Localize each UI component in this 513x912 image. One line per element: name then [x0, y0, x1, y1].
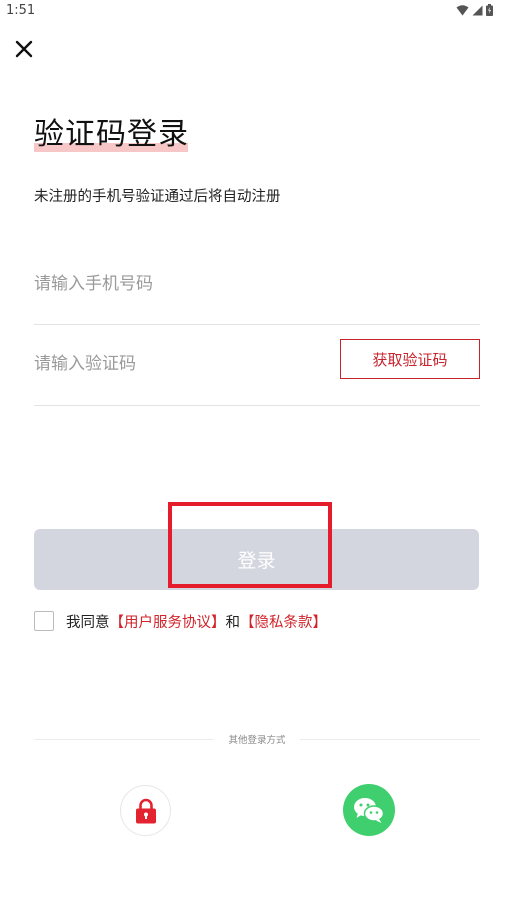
login-button[interactable]: 登录: [34, 529, 479, 590]
agreement-conjunction: 和: [225, 614, 241, 631]
lock-icon: [135, 798, 156, 823]
title-wrap: 验证码登录: [34, 116, 189, 154]
page-subtitle: 未注册的手机号验证通过后将自动注册: [34, 189, 281, 205]
divider-right-line: [300, 739, 480, 740]
wifi-icon: [456, 4, 469, 15]
status-bar: 1:51: [0, 0, 513, 22]
status-icons: [456, 4, 493, 16]
privacy-policy-link[interactable]: 【隐私条款】: [240, 611, 327, 632]
close-icon: [15, 40, 33, 58]
user-agreement-link[interactable]: 【用户服务协议】: [110, 611, 226, 632]
code-row: 获取验证码: [34, 336, 480, 406]
close-button[interactable]: [12, 37, 36, 61]
page-title: 验证码登录: [34, 117, 189, 152]
other-login-divider: 其他登录方式: [34, 732, 480, 746]
get-code-button[interactable]: 获取验证码: [340, 339, 480, 379]
wechat-icon: [354, 798, 385, 823]
verification-code-input[interactable]: [34, 346, 324, 382]
battery-icon: [486, 4, 493, 16]
wechat-login-button[interactable]: [343, 784, 395, 836]
phone-row: [34, 256, 480, 325]
agreement-prefix: 我同意: [66, 614, 110, 631]
signal-icon: [472, 5, 483, 15]
status-time: 1:51: [6, 3, 36, 18]
agreement-checkbox[interactable]: [34, 611, 54, 631]
agreement-row: 我同意 【用户服务协议】 和 【隐私条款】: [34, 610, 327, 632]
phone-input[interactable]: [34, 266, 324, 302]
password-login-button[interactable]: [120, 785, 171, 836]
